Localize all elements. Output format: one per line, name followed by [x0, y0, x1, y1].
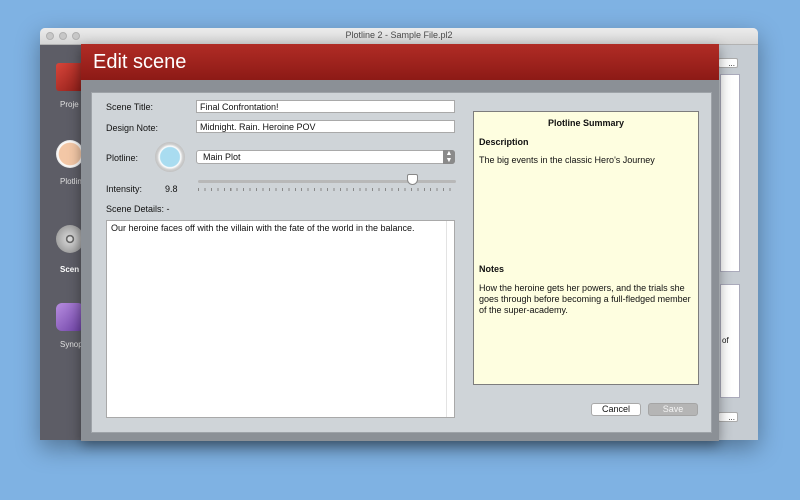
save-button[interactable]: Save: [648, 403, 698, 416]
sidebar-item-label: Synop: [60, 340, 83, 349]
synopsis-pen-icon: [56, 303, 84, 331]
description-text: The big events in the classic Hero's Jou…: [479, 155, 655, 165]
background-pane: [720, 74, 740, 272]
window-title: Plotline 2 - Sample File.pl2: [345, 30, 453, 40]
design-note-input[interactable]: Midnight. Rain. Heroine POV: [196, 120, 455, 133]
plotline-color-swatch[interactable]: [155, 142, 185, 172]
design-note-label: Design Note:: [106, 123, 159, 133]
sheet-header: Edit scene: [81, 44, 719, 80]
edit-scene-panel: Scene Title: Final Confrontation! Design…: [91, 92, 712, 433]
description-heading: Description: [479, 137, 529, 147]
intensity-slider-ticks: [198, 188, 456, 191]
background-text: of: [722, 336, 729, 345]
plotline-summary-panel: Plotline Summary Description The big eve…: [473, 111, 699, 385]
plotline-icon: [56, 140, 84, 168]
sheet-title: Edit scene: [93, 51, 187, 73]
sidebar-item-label: Plotlin: [60, 177, 82, 186]
intensity-value: 9.8: [165, 184, 178, 194]
sidebar-item-label: Proje: [60, 100, 79, 109]
scene-details-label: Scene Details: -: [106, 204, 170, 214]
scene-details-textarea[interactable]: Our heroine faces off with the villain w…: [106, 220, 455, 418]
intensity-label: Intensity:: [106, 184, 143, 194]
notes-text: How the heroine gets her powers, and the…: [479, 283, 691, 315]
plotline-select[interactable]: Main Plot ▲ ▼: [196, 150, 455, 164]
scene-title-input[interactable]: Final Confrontation!: [196, 100, 455, 113]
background-pane: of: [720, 284, 740, 398]
scene-details-text: Our heroine faces off with the villain w…: [111, 223, 415, 233]
scene-title-label: Scene Title:: [106, 102, 154, 112]
background-button[interactable]: ...: [718, 412, 738, 422]
notes-heading: Notes: [479, 264, 505, 274]
plotline-select-value: Main Plot: [203, 152, 241, 162]
cancel-button[interactable]: Cancel: [591, 403, 641, 416]
scene-reel-icon: [56, 225, 84, 253]
project-icon: [56, 63, 84, 91]
intensity-slider-thumb[interactable]: [407, 174, 419, 185]
title-bar: Plotline 2 - Sample File.pl2: [40, 28, 758, 45]
summary-title: Plotline Summary: [547, 118, 625, 128]
chevron-updown-icon: ▲ ▼: [443, 150, 455, 164]
textarea-scrollbar[interactable]: [446, 221, 454, 417]
edit-scene-sheet: Edit scene Scene Title: Final Confrontat…: [81, 44, 719, 441]
plotline-label: Plotline:: [106, 153, 139, 163]
background-button[interactable]: ...: [718, 58, 738, 68]
sidebar-item-label: Scen: [60, 265, 80, 274]
